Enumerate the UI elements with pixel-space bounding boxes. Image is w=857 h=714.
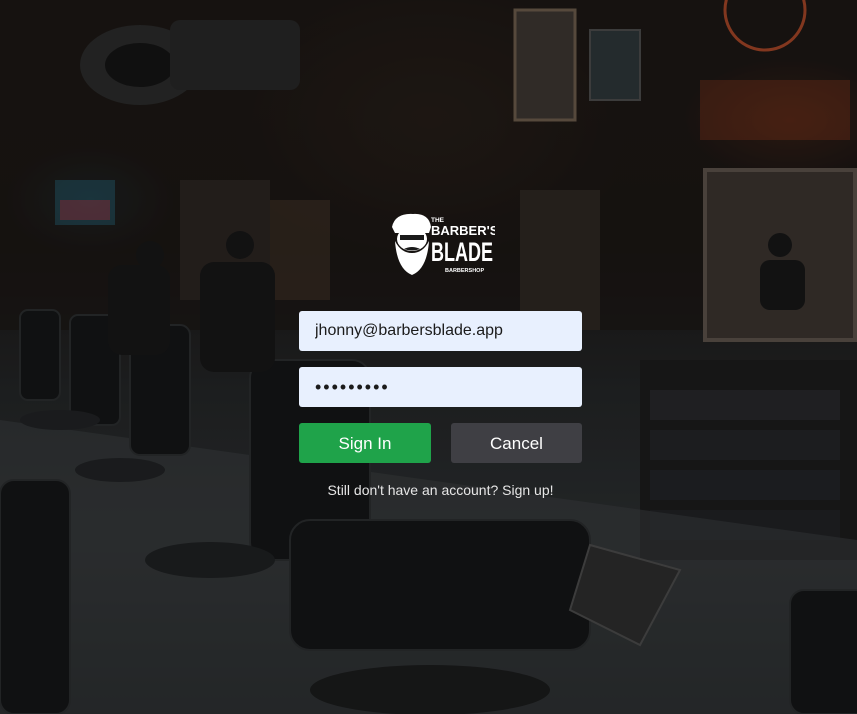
password-field[interactable] [299,367,582,407]
background-scene: THE BARBER'S BLADE BARBERSHOP Sign In Ca… [0,0,857,714]
barbers-blade-logo: THE BARBER'S BLADE BARBERSHOP [387,209,495,279]
logo-line4: BARBERSHOP [445,268,484,274]
logo-line2: BARBER'S [431,223,495,238]
cancel-button[interactable]: Cancel [451,423,582,463]
sign-in-button[interactable]: Sign In [299,423,431,463]
sign-up-link[interactable]: Still don't have an account? Sign up! [299,482,582,498]
dark-overlay [0,0,857,714]
email-field[interactable] [299,311,582,351]
bearded-man-icon: THE BARBER'S BLADE BARBERSHOP [392,213,495,275]
logo-line3: BLADE [431,237,493,267]
